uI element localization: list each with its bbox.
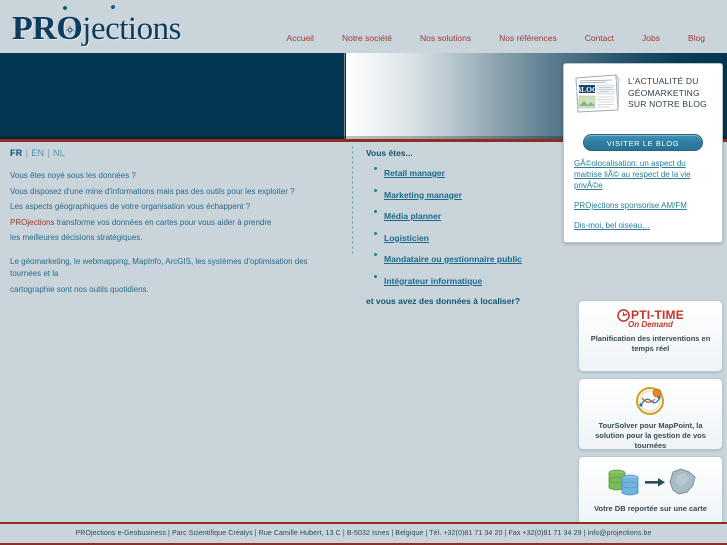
- profile-link-gestionnaire-public[interactable]: Mandataire ou gestionnaire public: [384, 254, 522, 264]
- list-item[interactable]: Intégrateur informatique: [374, 271, 566, 289]
- logo-jections-text: jections: [82, 11, 181, 47]
- nav-item-nos-references[interactable]: Nos références: [485, 31, 571, 45]
- language-switcher[interactable]: FR | EN | NL: [10, 148, 340, 158]
- list-item[interactable]: Média planner: [374, 206, 566, 224]
- newspaper-icon: BLOG: [575, 74, 620, 113]
- promo-card-toursolver[interactable]: TourSolver pour MapPoint, la solution po…: [578, 378, 723, 450]
- nav-item-nos-solutions[interactable]: Nos solutions: [406, 31, 485, 45]
- intro-line-6: Le géomarketing, le webmapping, MapInfo,…: [10, 256, 308, 279]
- list-item[interactable]: Mandataire ou gestionnaire public: [374, 249, 566, 267]
- blog-post-link-3[interactable]: Dis-moi, bel oiseau…: [574, 220, 712, 231]
- language-option-en[interactable]: EN: [31, 148, 44, 158]
- site-footer: PROjections e-Geobusiness | Parc Scienti…: [0, 522, 727, 545]
- footer-contact-text: PROjections e-Geobusiness | Parc Scienti…: [75, 530, 652, 537]
- intro-paragraphs: Vous êtes noyé sous les données ? Vous d…: [10, 170, 340, 296]
- profiles-column: Vous êtes... Retail manager Marketing ma…: [366, 148, 566, 306]
- blog-post-link-2[interactable]: PROjections sponsorise AM/FM: [574, 200, 712, 211]
- optitime-logo-subtitle: On Demand: [628, 320, 673, 329]
- visit-blog-button[interactable]: VISITER LE BLOG: [583, 134, 703, 151]
- blog-promo-headline: L'ACTUALITÉ DU GÉOMARKETING SUR NOTRE BL…: [628, 76, 707, 109]
- logo-dots-decoration: [55, 4, 175, 14]
- nav-item-contact[interactable]: Contact: [571, 31, 628, 45]
- promo-card-optitime[interactable]: PTI-TIME On Demand Planification des int…: [578, 300, 723, 372]
- profiles-closing-text: et vous avez des données à localiser?: [366, 295, 521, 306]
- language-separator-2: |: [47, 148, 50, 158]
- profiles-list: Retail manager Marketing manager Média p…: [370, 163, 566, 289]
- nav-item-accueil[interactable]: Accueil: [273, 31, 328, 45]
- list-item[interactable]: Retail manager: [374, 163, 566, 181]
- nav-item-blog[interactable]: Blog: [674, 31, 719, 45]
- language-option-fr[interactable]: FR: [10, 148, 23, 158]
- intro-line-2: Vous disposez d'une mine d'informations …: [10, 186, 295, 196]
- profile-link-logisticien[interactable]: Logisticien: [384, 233, 429, 243]
- database-to-map-icon: [608, 468, 696, 496]
- intro-line-1: Vous êtes noyé sous les données ?: [10, 171, 136, 180]
- promo-caption-db-map: Votre DB reportée sur une carte: [594, 504, 707, 513]
- profile-link-marketing-manager[interactable]: Marketing manager: [384, 190, 462, 200]
- intro-line-7: cartographie sont nos outils quotidiens.: [10, 284, 149, 294]
- intro-line-4-rest: transforme vos données en cartes pour vo…: [54, 217, 272, 227]
- page-root: PRO jections Accueil Notre société Nos s…: [0, 0, 727, 545]
- intro-column: FR | EN | NL Vous êtes noyé sous les données…: [10, 148, 340, 299]
- list-item[interactable]: Logisticien: [374, 228, 566, 246]
- nav-item-jobs[interactable]: Jobs: [628, 31, 674, 45]
- profile-link-integrateur-informatique[interactable]: Intégrateur informatique: [384, 276, 482, 286]
- intro-brand-name: PROjections: [10, 217, 55, 227]
- site-header: PRO jections Accueil Notre société Nos s…: [0, 0, 727, 53]
- blog-promo-header: BLOG L'ACTUALITÉ DU GÉOMARKETING SUR NOT…: [572, 72, 714, 128]
- language-separator-1: |: [25, 148, 29, 158]
- intro-line-3: Les aspects géographiques de votre organ…: [10, 202, 251, 211]
- language-option-nl[interactable]: NL: [53, 148, 65, 158]
- list-item[interactable]: Marketing manager: [374, 185, 566, 203]
- logo-network-node-icon: [66, 26, 74, 34]
- main-navigation[interactable]: Accueil Notre société Nos solutions Nos …: [273, 31, 719, 45]
- profile-link-retail-manager[interactable]: Retail manager: [384, 168, 445, 178]
- promo-card-db-map[interactable]: Votre DB reportée sur une carte: [578, 456, 723, 528]
- blog-post-list: GÃ©olocalisation: un aspect du maitrise …: [572, 158, 714, 231]
- profiles-heading: Vous êtes...: [366, 148, 413, 158]
- intro-line-5: les meilleures décisions stratégiques.: [10, 233, 143, 242]
- intro-line-4: PROjections transforme vos données en ca…: [10, 217, 340, 230]
- hero-banner-solid-panel: [0, 53, 345, 139]
- profile-link-media-planner[interactable]: Média planner: [384, 211, 441, 221]
- svg-text:BLOG: BLOG: [576, 85, 598, 94]
- column-divider: [352, 146, 353, 254]
- promo-caption-optitime: Planification des interventions en temps…: [590, 334, 711, 353]
- nav-item-notre-societe[interactable]: Notre société: [328, 31, 406, 45]
- promo-caption-toursolver: TourSolver pour MapPoint, la solution po…: [595, 421, 706, 450]
- compass-route-icon: [635, 387, 664, 415]
- blog-post-link-1[interactable]: GÃ©olocalisation: un aspect du maitrise …: [574, 158, 712, 191]
- blog-promo-box[interactable]: BLOG L'ACTUALITÉ DU GÉOMARKETING SUR NOT…: [563, 63, 723, 243]
